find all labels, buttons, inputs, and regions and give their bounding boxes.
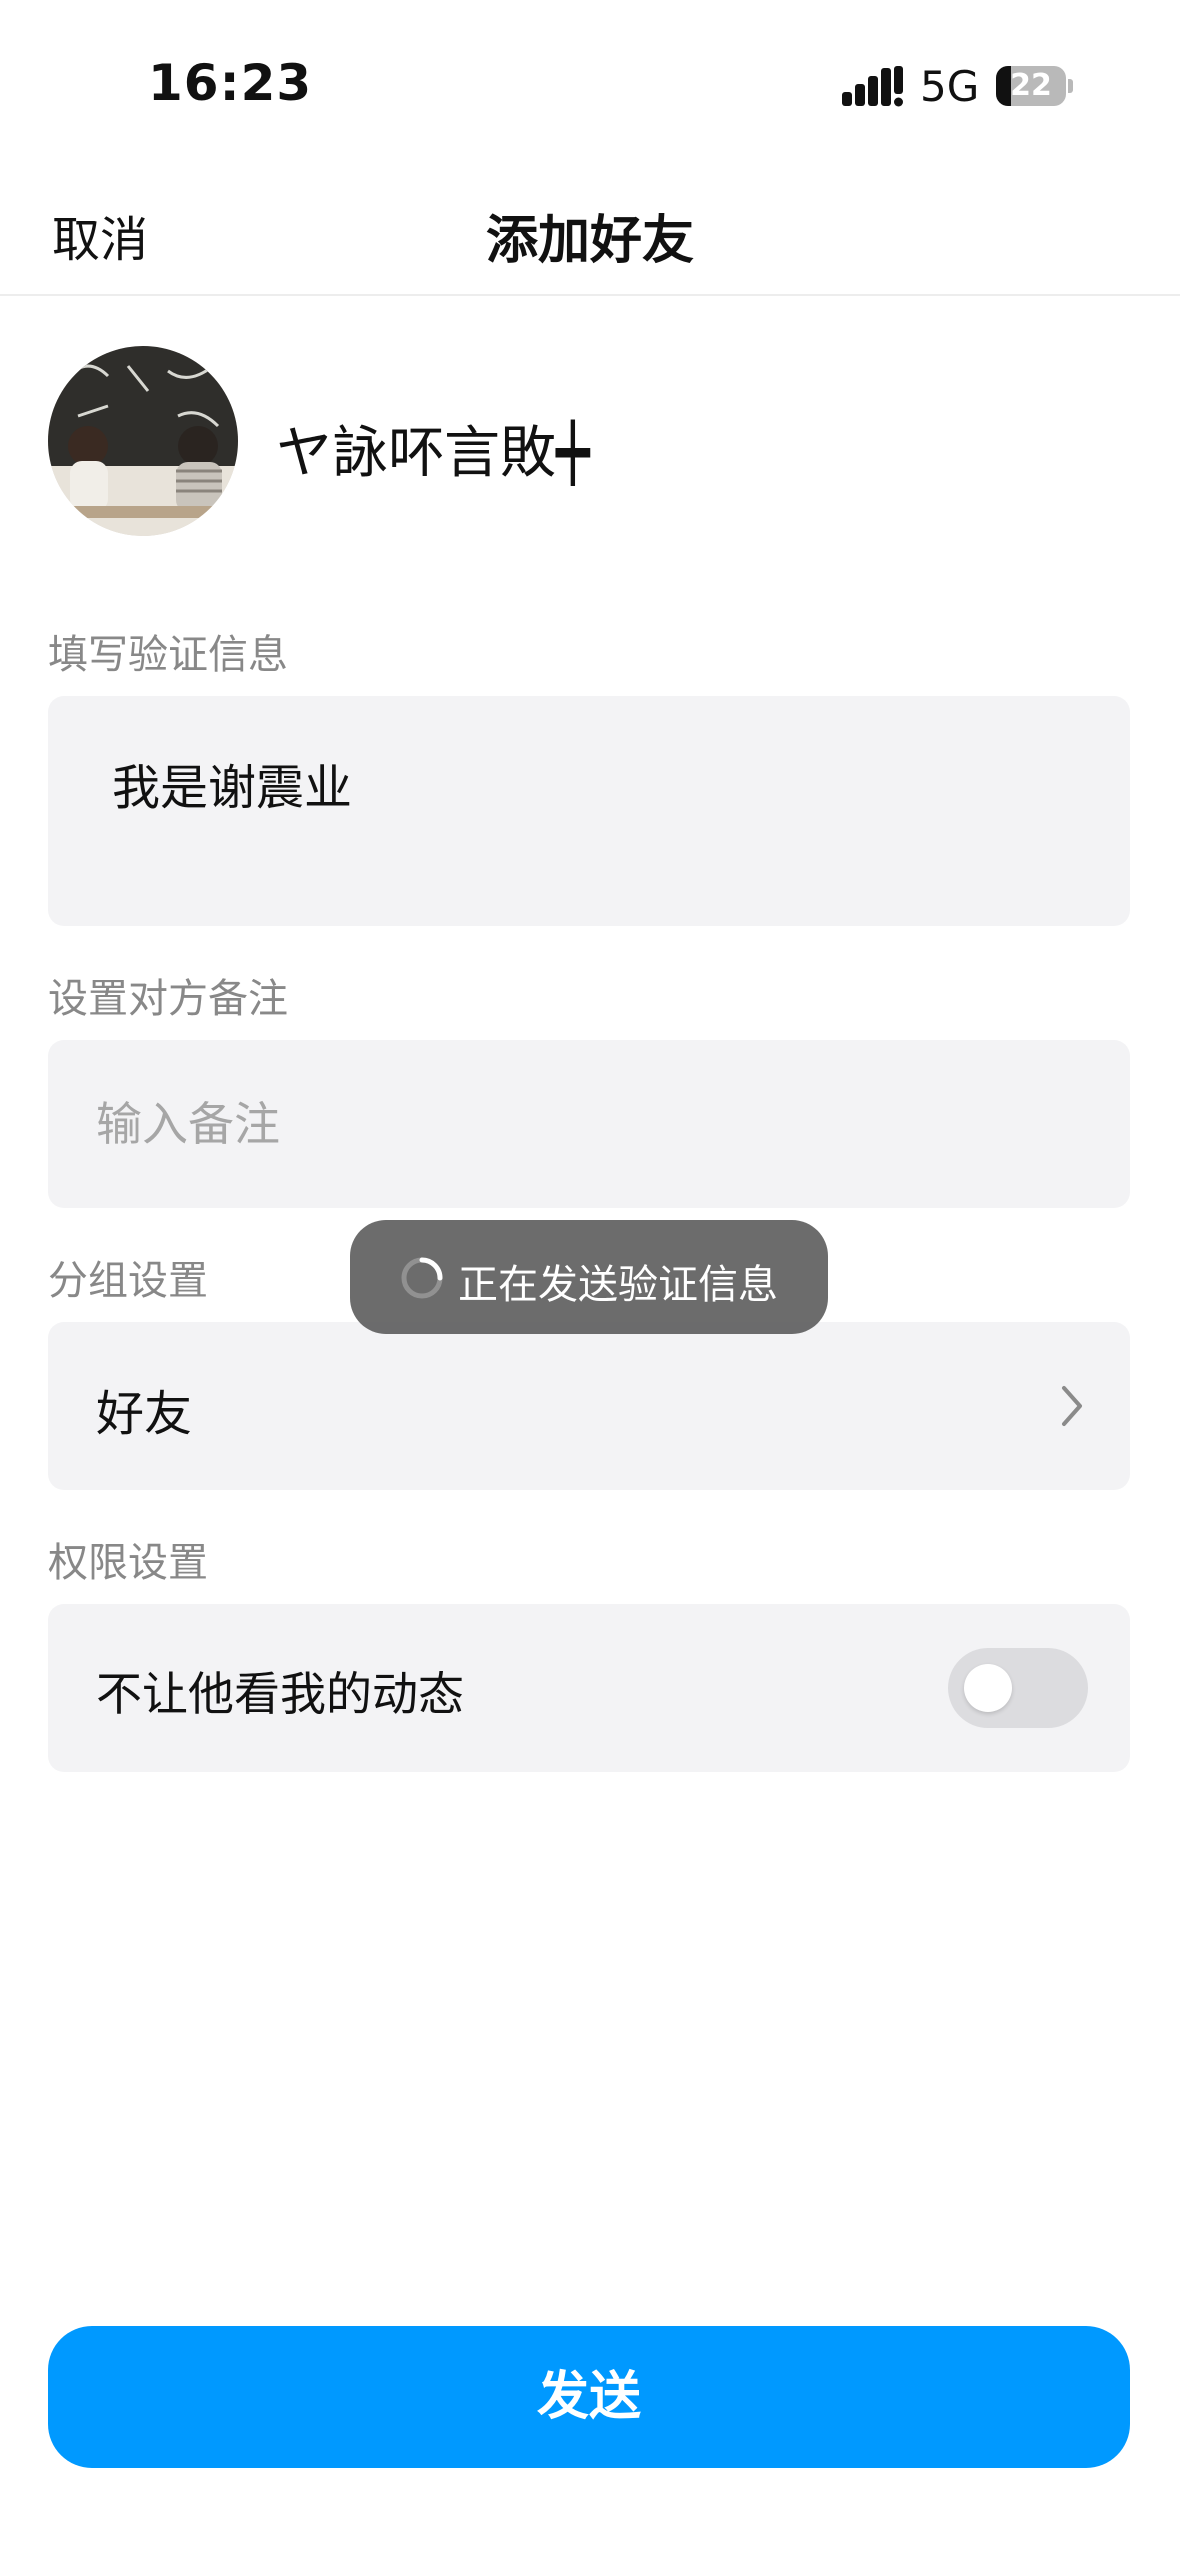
battery-level: 22 [1010,68,1052,103]
group-selector[interactable]: 好友 [48,1322,1130,1490]
remark-input[interactable] [96,1040,1076,1208]
profile-name: ヤ詠吥言敗┿ [276,421,590,486]
status-time: 16:23 [148,54,313,112]
group-section-label: 分组设置 [48,1258,208,1304]
remark-field[interactable] [48,1040,1130,1208]
hide-moments-toggle[interactable] [948,1648,1088,1728]
verify-section-label: 填写验证信息 [48,632,288,678]
verify-message-field[interactable]: 我是谢震业 [48,696,1130,926]
battery-icon: 22 [996,66,1073,106]
toggle-knob [964,1664,1012,1712]
sending-toast: 正在发送验证信息 [350,1220,828,1334]
spinner-icon [401,1257,443,1299]
status-bar: 16:23 5G 22 [0,0,1180,170]
remark-section-label: 设置对方备注 [48,976,288,1022]
page-title: 添加好友 [485,211,694,271]
privacy-row: 不让他看我的动态 [48,1604,1130,1772]
hide-moments-label: 不让他看我的动态 [96,1667,464,1721]
group-value: 好友 [96,1386,193,1442]
network-type-label: 5G [920,62,980,111]
signal-bars-icon [842,66,903,107]
privacy-section-label: 权限设置 [48,1540,208,1586]
avatar [48,346,238,536]
nav-bar: 取消 添加好友 [0,170,1180,296]
toast-message: 正在发送验证信息 [458,1262,778,1308]
verify-message-text: 我是谢震业 [112,760,353,816]
chevron-right-icon [1062,1386,1082,1426]
send-button[interactable]: 发送 [48,2326,1130,2468]
